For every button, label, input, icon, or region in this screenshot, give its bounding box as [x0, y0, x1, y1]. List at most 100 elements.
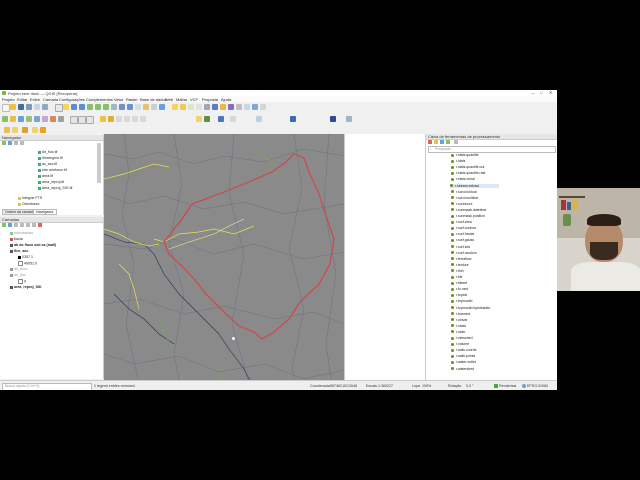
- print-layout-icon[interactable]: [34, 103, 40, 110]
- menu-base-de-dados[interactable]: Base de dados: [140, 97, 167, 102]
- label-change-icon[interactable]: [140, 115, 146, 122]
- zoom-native-icon[interactable]: [111, 103, 117, 110]
- grass-icon[interactable]: [204, 115, 210, 122]
- browser-item[interactable]: area_reproj.tif: [38, 180, 64, 184]
- map-blank-area[interactable]: [344, 134, 425, 390]
- toolbox-history-icon[interactable]: [440, 140, 444, 144]
- label-move-icon[interactable]: [124, 115, 130, 122]
- save-as-icon[interactable]: [26, 103, 32, 110]
- toolbox-results-icon[interactable]: [446, 140, 450, 144]
- label-rotate-icon[interactable]: [132, 115, 138, 122]
- vertex-tool-icon[interactable]: [50, 115, 56, 122]
- crs-globe-icon[interactable]: [522, 384, 526, 388]
- layer-row[interactable]: flux_acc: [10, 249, 28, 253]
- layers-collapse-icon[interactable]: [32, 223, 36, 227]
- new-map-view-icon[interactable]: [135, 103, 141, 110]
- browser-item[interactable]: Integrar FTS: [18, 196, 42, 200]
- temporal-icon[interactable]: [230, 115, 236, 122]
- toolbox-options-icon[interactable]: [454, 140, 458, 144]
- toolbox-item[interactable]: r.tile: [451, 275, 462, 279]
- toolbox-item[interactable]: r.sunhours: [451, 202, 472, 206]
- cut-icon[interactable]: [70, 115, 78, 124]
- toolbox-item[interactable]: r.topmodel: [451, 299, 472, 303]
- toolbox-item[interactable]: r.surf.gauss: [451, 238, 474, 242]
- layers-filter-icon[interactable]: [20, 223, 24, 227]
- toolbox-models-icon[interactable]: [428, 140, 432, 144]
- statistics-icon[interactable]: [228, 103, 234, 110]
- layers-visibility-icon[interactable]: [14, 223, 18, 227]
- menu-ajuda[interactable]: Ajuda: [221, 97, 231, 102]
- python-console-icon[interactable]: [196, 115, 202, 122]
- menu-raster[interactable]: Raster: [126, 97, 138, 102]
- browser-scrollbar[interactable]: [97, 143, 101, 183]
- toolbox-item[interactable]: r.thin: [451, 269, 464, 273]
- toolbox-item[interactable]: r.surf.contour: [451, 226, 476, 230]
- browser-item[interactable]: ac_acc.tif: [38, 162, 57, 166]
- highlight-label-icon[interactable]: [40, 126, 46, 133]
- menu-camada[interactable]: Camada: [43, 97, 58, 102]
- layer-row[interactable]: area_reproj_SIK: [10, 285, 42, 289]
- toolbox-icon[interactable]: [220, 103, 226, 110]
- toolbox-item[interactable]: r.stream.extract: [450, 183, 500, 188]
- label-pin-icon[interactable]: [108, 115, 114, 122]
- save-icon[interactable]: [18, 103, 24, 110]
- deselect-icon[interactable]: [196, 103, 202, 110]
- browser-item[interactable]: dinaregion.tif: [38, 156, 63, 160]
- zoom-next-icon[interactable]: [127, 103, 133, 110]
- menu-configuracoes[interactable]: Configurações: [59, 97, 85, 102]
- toolbox-scripts-icon[interactable]: [434, 140, 438, 144]
- browser-collapse-icon[interactable]: [20, 141, 24, 145]
- text-annotation-icon[interactable]: [260, 103, 266, 110]
- layer-row[interactable]: microbacias: [10, 231, 33, 235]
- edit-pencil-icon[interactable]: [10, 115, 16, 122]
- toolbox-item[interactable]: r.watershed: [451, 367, 474, 371]
- toolbox-item[interactable]: r.stats.quantile.rast: [451, 171, 485, 175]
- menu-vetor[interactable]: Vetor: [114, 97, 123, 102]
- rotation-value[interactable]: 0,0 °: [466, 384, 473, 388]
- browser-item[interactable]: dir_flux.tif: [38, 150, 57, 154]
- layout-manager-icon[interactable]: [42, 103, 48, 110]
- menu-projeto[interactable]: Projeto: [2, 97, 15, 102]
- toolbox-item[interactable]: r.to.vect: [451, 287, 468, 291]
- magnifier-value[interactable]: 100%: [422, 384, 431, 388]
- layers-add-group-icon[interactable]: [8, 223, 12, 227]
- open-folder-icon[interactable]: [10, 103, 16, 110]
- delete-selected-icon[interactable]: [58, 115, 64, 122]
- toolbox-item[interactable]: r.stats: [451, 159, 465, 163]
- browser-add-icon[interactable]: [2, 141, 6, 145]
- toolbox-item[interactable]: r.tileset: [451, 281, 467, 285]
- new-project-icon[interactable]: [2, 103, 10, 112]
- zoom-last-icon[interactable]: [119, 103, 125, 110]
- add-polygon-icon[interactable]: [42, 115, 48, 122]
- zoom-full-icon[interactable]: [87, 103, 93, 110]
- menu-vcf[interactable]: VCF: [190, 97, 198, 102]
- toolbox-item[interactable]: r.stats.quantile.out: [451, 165, 484, 169]
- menu-complementos[interactable]: Complementos: [86, 97, 113, 102]
- browser-item[interactable]: Odontosec: [18, 202, 39, 206]
- toolbox-item[interactable]: r.usler: [451, 330, 466, 334]
- annotation-icon[interactable]: [252, 103, 258, 110]
- data-source-icon[interactable]: [2, 115, 8, 122]
- browser-refresh-icon[interactable]: [8, 141, 12, 145]
- zoom-out-icon[interactable]: [79, 103, 85, 110]
- crs-value[interactable]: EPSG:31983: [527, 384, 548, 388]
- identify-icon[interactable]: [172, 103, 178, 110]
- refresh-icon[interactable]: [159, 103, 165, 110]
- toolbox-item[interactable]: r.sun.insoltime: [451, 196, 478, 200]
- browser-filter-icon[interactable]: [14, 141, 18, 145]
- close-button[interactable]: ✕: [549, 90, 552, 95]
- toolbox-item[interactable]: r.univar: [451, 318, 467, 322]
- toolbox-item[interactable]: r.topidx: [451, 293, 467, 297]
- add-line-icon[interactable]: [34, 115, 40, 122]
- maximize-button[interactable]: □: [540, 90, 542, 95]
- zoom-in-icon[interactable]: [71, 103, 77, 110]
- save-edits-icon[interactable]: [18, 115, 24, 122]
- toolbox-item[interactable]: r.walk.coords: [451, 348, 476, 352]
- toolbox-item[interactable]: r.sunmask.position: [451, 214, 485, 218]
- toolbox-item[interactable]: r.walk.points: [451, 354, 475, 358]
- zoom-selection-icon[interactable]: [95, 103, 101, 110]
- quick-search-input[interactable]: Busca rápida (Ctrl+K): [2, 382, 92, 390]
- toolbox-item[interactable]: r.terraflow: [451, 257, 471, 261]
- layer-row[interactable]: ab do fluxo sob ca (mall): [10, 243, 56, 247]
- select-value-icon[interactable]: [188, 103, 194, 110]
